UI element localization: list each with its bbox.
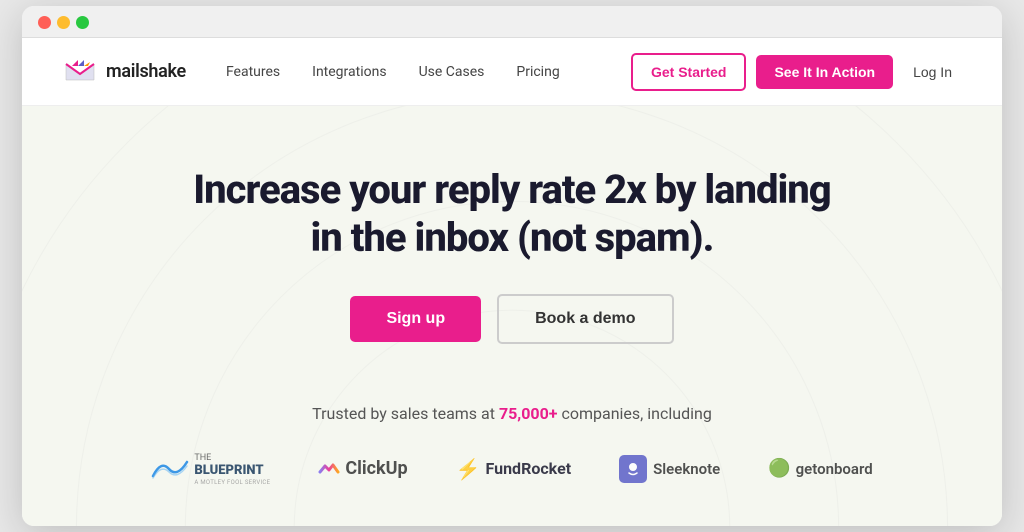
minimize-button[interactable]	[57, 16, 70, 29]
book-demo-button[interactable]: Book a demo	[497, 294, 673, 344]
signup-button[interactable]: Sign up	[350, 296, 481, 342]
mailshake-logo-icon	[62, 54, 98, 90]
sleeknote-logo: Sleeknote	[619, 455, 720, 483]
nav-features[interactable]: Features	[226, 64, 280, 80]
hero-section: Increase your reply rate 2x by landing i…	[22, 106, 1002, 374]
sleeknote-icon-svg	[624, 460, 642, 478]
nav-links: Features Integrations Use Cases Pricing	[226, 64, 631, 80]
page-content: mailshake Features Integrations Use Case…	[22, 38, 1002, 525]
fundrocket-logo: ⚡ FundRocket	[456, 457, 572, 481]
maximize-button[interactable]	[76, 16, 89, 29]
browser-chrome	[22, 6, 1002, 38]
clickup-logo: ClickUp	[318, 458, 407, 480]
blueprint-wave-icon	[151, 456, 189, 482]
trust-text: Trusted by sales teams at 75,000+ compan…	[312, 404, 712, 423]
blueprint-name: THE blueprint	[194, 451, 270, 478]
getonboard-icon: 🟢	[768, 458, 790, 479]
getonboard-logo: 🟢 getonboard	[768, 458, 872, 479]
getonboard-name: getonboard	[796, 460, 873, 478]
nav-integrations[interactable]: Integrations	[312, 64, 386, 80]
nav-pricing[interactable]: Pricing	[516, 64, 559, 80]
traffic-lights	[38, 16, 89, 29]
close-button[interactable]	[38, 16, 51, 29]
see-it-in-action-button[interactable]: See It In Action	[756, 55, 893, 89]
logos-row: THE blueprint A MOTLEY FOOL SERVICE	[151, 451, 872, 485]
fundrocket-lightning-icon: ⚡	[456, 457, 481, 481]
hero-buttons: Sign up Book a demo	[350, 294, 673, 344]
navbar: mailshake Features Integrations Use Case…	[22, 38, 1002, 106]
hero-title: Increase your reply rate 2x by landing i…	[193, 166, 830, 262]
nav-actions: Get Started See It In Action Log In	[631, 53, 962, 91]
get-started-button[interactable]: Get Started	[631, 53, 746, 91]
clickup-icon	[318, 458, 340, 480]
login-button[interactable]: Log In	[903, 55, 962, 89]
logo-area[interactable]: mailshake	[62, 54, 186, 90]
browser-window: mailshake Features Integrations Use Case…	[22, 6, 1002, 525]
sleeknote-icon	[619, 455, 647, 483]
fundrocket-name: FundRocket	[486, 459, 572, 478]
blueprint-tagline: A MOTLEY FOOL SERVICE	[194, 479, 270, 486]
clickup-name: ClickUp	[345, 458, 407, 479]
blueprint-logo: THE blueprint A MOTLEY FOOL SERVICE	[151, 451, 270, 485]
trust-section: Trusted by sales teams at 75,000+ compan…	[22, 374, 1002, 525]
sleeknote-name: Sleeknote	[653, 460, 720, 478]
nav-use-cases[interactable]: Use Cases	[419, 64, 485, 80]
trust-highlight: 75,000+	[499, 404, 558, 423]
logo-text: mailshake	[106, 61, 186, 82]
